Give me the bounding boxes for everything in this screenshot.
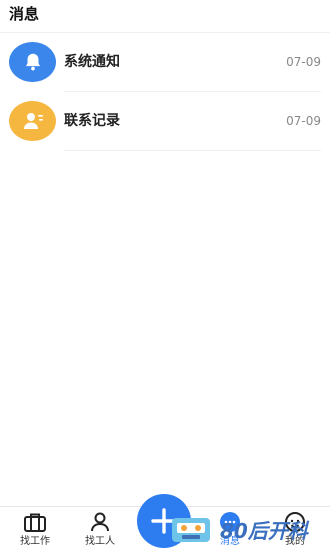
- message-item-contact-record[interactable]: 联系记录 07-09: [0, 92, 330, 151]
- watermark-text: 80后开科: [220, 519, 310, 543]
- message-date: 07-09: [286, 114, 321, 128]
- message-date: 07-09: [286, 55, 321, 69]
- tab-find-worker[interactable]: 找工人: [70, 510, 130, 550]
- message-list: 系统通知 07-09 联系记录 07-09: [0, 33, 330, 151]
- message-item-system-notice[interactable]: 系统通知 07-09: [0, 33, 330, 92]
- person-icon: [87, 510, 113, 534]
- message-name: 联系记录: [64, 113, 120, 129]
- page-title: 消息: [9, 5, 40, 23]
- briefcase-icon: [22, 510, 48, 534]
- item-divider: [64, 150, 321, 151]
- tab-label: 找工作: [20, 536, 50, 547]
- tab-find-job[interactable]: 找工作: [5, 510, 65, 550]
- watermark-logo: 80后开科: [170, 514, 330, 546]
- contact-icon: [9, 101, 56, 141]
- bell-icon: [9, 42, 56, 82]
- message-name: 系统通知: [64, 54, 120, 70]
- tab-label: 找工人: [85, 536, 115, 547]
